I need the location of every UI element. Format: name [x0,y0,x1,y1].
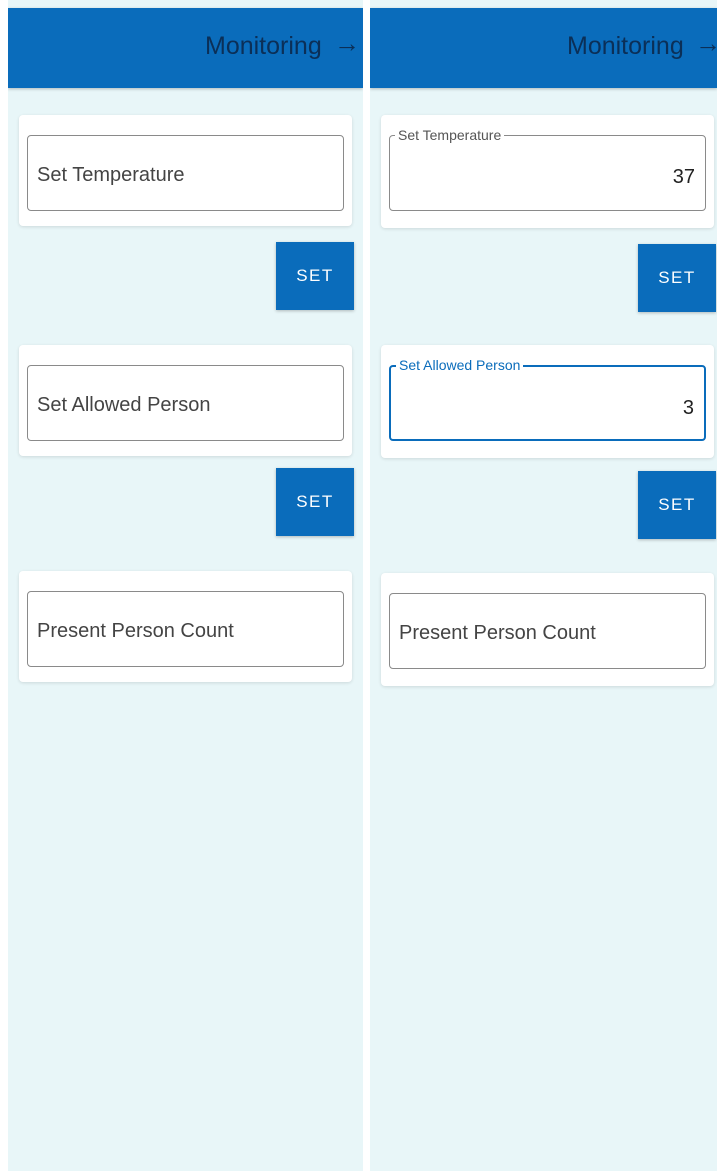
present-count-field[interactable]: Present Person Count [27,591,344,667]
set-allowed-person-button[interactable]: SET [638,471,716,539]
allowed-person-placeholder: Set Allowed Person [37,394,211,416]
app-bar: Monitoring → [8,8,363,88]
present-count-field[interactable]: Present Person Count [389,593,706,669]
set-temperature-button[interactable]: SET [638,244,716,312]
arrow-right-icon[interactable]: → [334,28,360,59]
arrow-right-icon[interactable]: → [695,28,717,59]
temperature-card: Set Temperature 37 [381,115,714,228]
allowed-person-card: Set Allowed Person [19,345,352,456]
left-screen: Monitoring → Set Temperature SET Set All… [8,0,363,1171]
temperature-card: Set Temperature [19,115,352,226]
allowed-person-input[interactable]: Set Allowed Person 3 [389,357,706,441]
right-screen: Monitoring → Set Temperature 37 SET Set … [370,0,717,1171]
set-temperature-button[interactable]: SET [276,242,354,310]
app-bar: Monitoring → [370,8,717,88]
present-count-placeholder: Present Person Count [399,622,596,644]
temperature-value: 37 [672,166,695,188]
present-count-card: Present Person Count [19,571,352,682]
allowed-person-label: Set Allowed Person [396,357,524,373]
temperature-input[interactable]: Set Temperature [27,135,344,211]
temperature-placeholder: Set Temperature [37,164,185,186]
allowed-person-input[interactable]: Set Allowed Person [27,365,344,441]
temperature-input[interactable]: Set Temperature 37 [389,127,706,211]
app-title: Monitoring [205,32,322,60]
present-count-placeholder: Present Person Count [37,620,234,642]
allowed-person-card: Set Allowed Person 3 [381,345,714,458]
temperature-label: Set Temperature [395,127,505,143]
allowed-person-value: 3 [682,397,694,419]
app-title: Monitoring [567,32,684,60]
present-count-card: Present Person Count [381,573,714,686]
set-allowed-person-button[interactable]: SET [276,468,354,536]
